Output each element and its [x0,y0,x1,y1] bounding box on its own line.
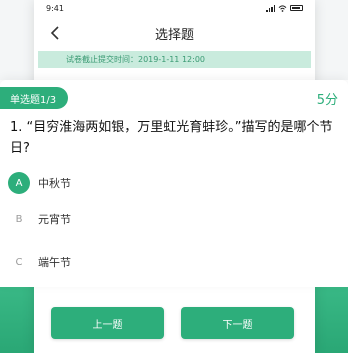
wifi-icon [278,4,287,12]
option-label: 中秋节 [38,177,71,190]
option-a[interactable]: A 中秋节 [8,170,338,196]
page-title: 选择题 [154,27,194,43]
status-bar: 9:41 [34,0,315,16]
option-label: 端午节 [38,256,71,269]
previous-question-button[interactable]: 上一题 [51,307,164,339]
chevron-left-icon[interactable] [46,24,64,42]
question-type-badge: 单选题1/3 [0,87,69,109]
option-label: 元宵节 [38,213,71,226]
nav-bar: 选择题 [34,18,315,48]
option-c[interactable]: C 端午节 [8,249,338,275]
status-icons [266,4,303,12]
battery-icon [290,5,303,11]
status-time: 9:41 [46,3,64,13]
question-text: 1. “目穷淮海两如银，万里虹光育蚌珍。”描写的是哪个节日? [10,120,333,156]
option-b[interactable]: B 元宵节 [8,206,338,232]
deadline-banner: 试卷截止提交时间：2019-1-11 12:00 [38,51,311,68]
next-question-button[interactable]: 下一题 [181,307,294,339]
option-letter: C [8,251,30,273]
signal-icon [266,4,275,12]
option-letter: B [8,208,30,230]
option-letter: A [8,172,30,194]
question-score: 5分 [316,93,338,108]
